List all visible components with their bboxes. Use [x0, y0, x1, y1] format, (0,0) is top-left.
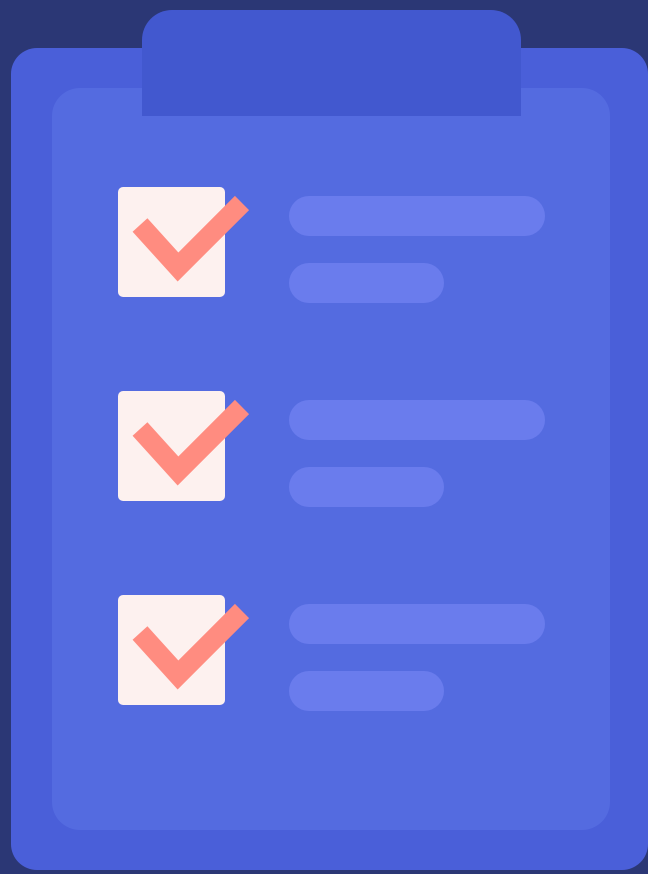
checklist-item: [118, 391, 558, 511]
text-placeholder-line: [289, 196, 545, 236]
text-placeholder-line-short: [289, 263, 444, 303]
clipboard-clip: [142, 10, 521, 116]
checklist-item: [118, 595, 558, 715]
checkmark-icon: [132, 399, 250, 486]
text-placeholder-line: [289, 604, 545, 644]
text-placeholder-line: [289, 400, 545, 440]
text-placeholder-line-short: [289, 467, 444, 507]
checklist-item: [118, 187, 558, 307]
checkmark-icon: [132, 195, 250, 282]
text-placeholder-line-short: [289, 671, 444, 711]
checkmark-icon: [132, 603, 250, 690]
